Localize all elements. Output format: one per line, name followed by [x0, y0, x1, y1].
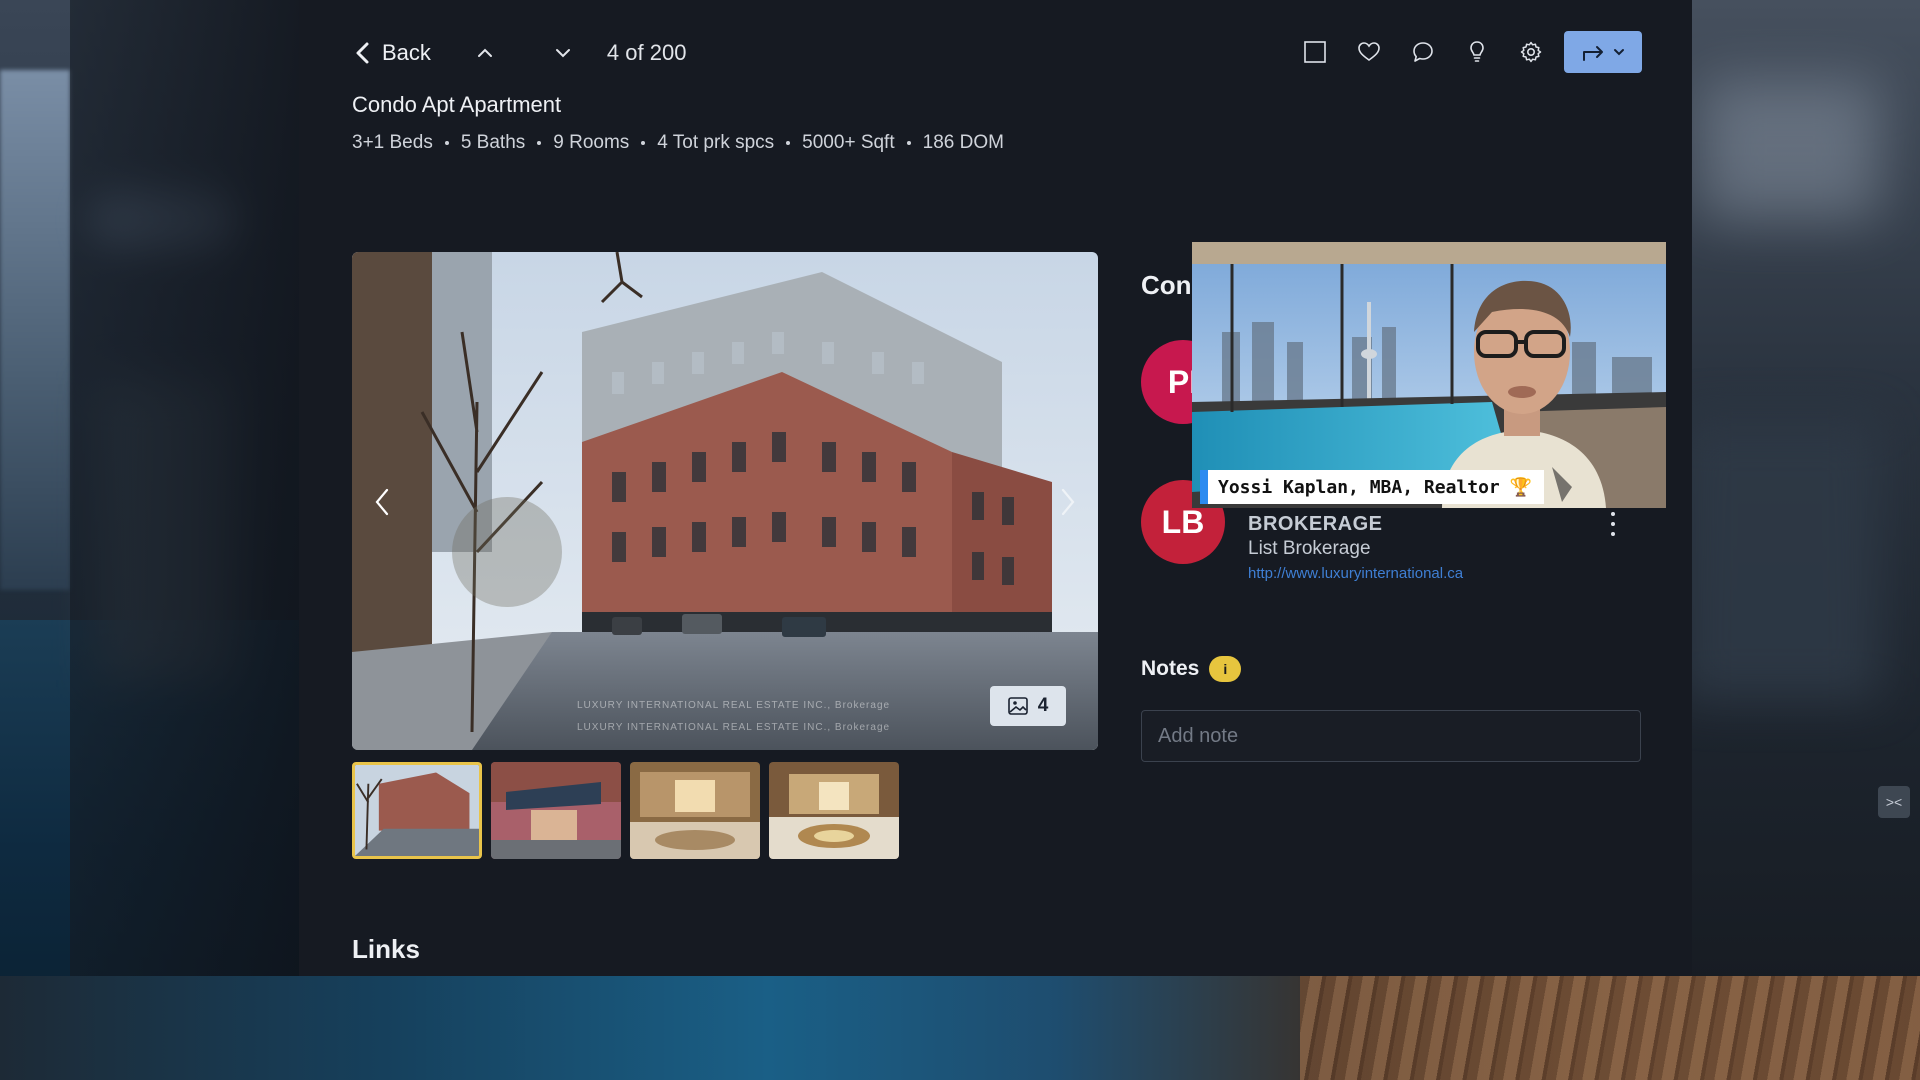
brokerage-role: List Brokerage: [1248, 538, 1371, 559]
favorite-button[interactable]: [1342, 30, 1396, 74]
blurred-sidebar: [70, 0, 300, 976]
select-button[interactable]: [1288, 30, 1342, 74]
photo-count-label: 4: [1037, 695, 1049, 716]
thumbnail-lobby-hall[interactable]: [769, 762, 899, 859]
toolbar: Back 4 of 200: [352, 30, 1642, 76]
share-arrow-icon: [1583, 46, 1603, 61]
heart-icon: [1358, 42, 1380, 61]
comment-icon: [1413, 42, 1433, 62]
spec-dom: 186 DOM: [922, 132, 1004, 153]
spec-rooms: 9 Rooms: [553, 132, 630, 153]
presenter-name: Yossi Kaplan, MBA, Realtor: [1218, 476, 1500, 498]
chevron-left-icon: [356, 42, 369, 64]
listing-title: Condo Apt Apartment: [352, 92, 562, 117]
back-button[interactable]: Back: [352, 40, 431, 66]
gear-icon: [1520, 41, 1542, 63]
links-heading: Links: [352, 934, 420, 964]
thumbnail-image: [491, 762, 621, 859]
next-listing-button[interactable]: [549, 39, 577, 67]
previous-listing-button[interactable]: [471, 39, 499, 67]
spec-baths: 5 Baths: [460, 132, 526, 153]
back-label: Back: [382, 40, 431, 65]
gallery-previous-button[interactable]: [362, 477, 402, 527]
image-icon: [1007, 697, 1028, 715]
thumbnail-lobby[interactable]: [630, 762, 760, 859]
notes-info-badge[interactable]: i: [1209, 656, 1242, 682]
presenter-name-caption: Yossi Kaplan, MBA, Realtor 🏆: [1200, 470, 1545, 504]
listing-counter: 4 of 200: [606, 40, 687, 65]
photo-count-button[interactable]: 4: [990, 686, 1066, 726]
chevron-up-icon: [477, 48, 492, 57]
insight-button[interactable]: [1450, 30, 1504, 74]
presenter-webcam: Yossi Kaplan, MBA, Realtor 🏆: [1192, 242, 1666, 508]
notes-heading-row: Notes i: [1141, 656, 1242, 682]
contact-more-menu-button[interactable]: [1606, 510, 1620, 538]
settings-button[interactable]: [1504, 30, 1558, 74]
lightbulb-icon: [1470, 41, 1484, 62]
backdrop-bottom-pool: [0, 976, 1920, 1080]
listing-specs: 3+1 Beds 5 Baths 9 Rooms 4 Tot prk spcs …: [352, 132, 1004, 154]
share-button[interactable]: [1564, 31, 1642, 73]
thumbnail-image: [355, 765, 479, 856]
brokerage-name: BROKERAGE: [1248, 513, 1383, 535]
contacts-heading: Con: [1141, 270, 1192, 300]
spec-beds: 3+1 Beds: [352, 132, 433, 153]
chevron-down-icon: [555, 49, 570, 58]
spec-parking: 4 Tot prk spcs: [657, 132, 775, 153]
watermark-line: LUXURY INTERNATIONAL REAL ESTATE INC., B…: [577, 700, 891, 711]
building-photo: [352, 252, 1098, 750]
trophy-icon: 🏆: [1509, 476, 1533, 498]
webcam-video: [1192, 242, 1666, 508]
spec-sqft: 5000+ Sqft: [802, 132, 895, 153]
photo-watermark: LUXURY INTERNATIONAL REAL ESTATE INC., B…: [577, 695, 890, 739]
notes-heading: Notes: [1141, 657, 1200, 680]
thumbnail-exterior[interactable]: [352, 762, 482, 859]
thumbnail-image: [630, 762, 760, 859]
chevron-down-icon: [1614, 49, 1624, 56]
chevron-right-icon: [1061, 488, 1075, 516]
comment-button[interactable]: [1396, 30, 1450, 74]
checkbox-icon: [1304, 41, 1326, 63]
brokerage-website-link[interactable]: http://www.luxuryinternational.ca: [1248, 565, 1463, 582]
chevron-left-icon: [375, 488, 389, 516]
add-note-input[interactable]: [1141, 710, 1641, 762]
toolbar-actions: [1288, 30, 1642, 74]
code-icon[interactable]: ><: [1878, 786, 1910, 818]
watermark-line: LUXURY INTERNATIONAL REAL ESTATE INC., B…: [577, 722, 891, 733]
brokerage-initials: LB: [1161, 503, 1205, 540]
gallery-next-button[interactable]: [1048, 477, 1088, 527]
thumbnail-entrance[interactable]: [491, 762, 621, 859]
thumbnail-image: [769, 762, 899, 859]
thumbnail-strip: [352, 762, 899, 859]
backdrop-right: [1660, 0, 1920, 1080]
photo-gallery[interactable]: LUXURY INTERNATIONAL REAL ESTATE INC., B…: [352, 252, 1098, 750]
